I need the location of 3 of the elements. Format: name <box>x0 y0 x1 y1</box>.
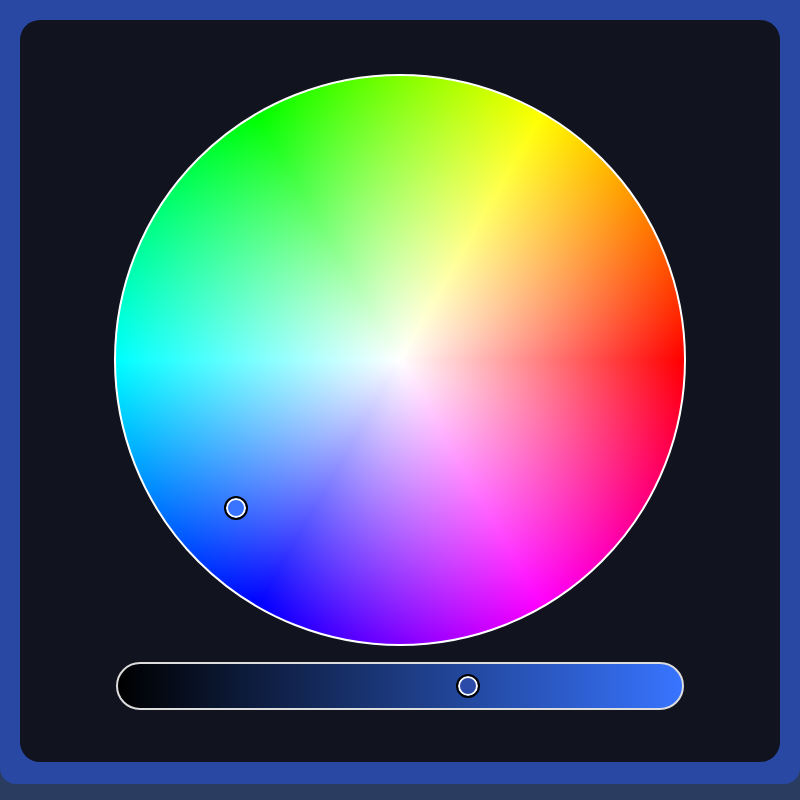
slider-handle[interactable] <box>457 676 478 696</box>
wheel-handle[interactable] <box>225 498 246 519</box>
brightness-slider[interactable] <box>116 662 684 710</box>
